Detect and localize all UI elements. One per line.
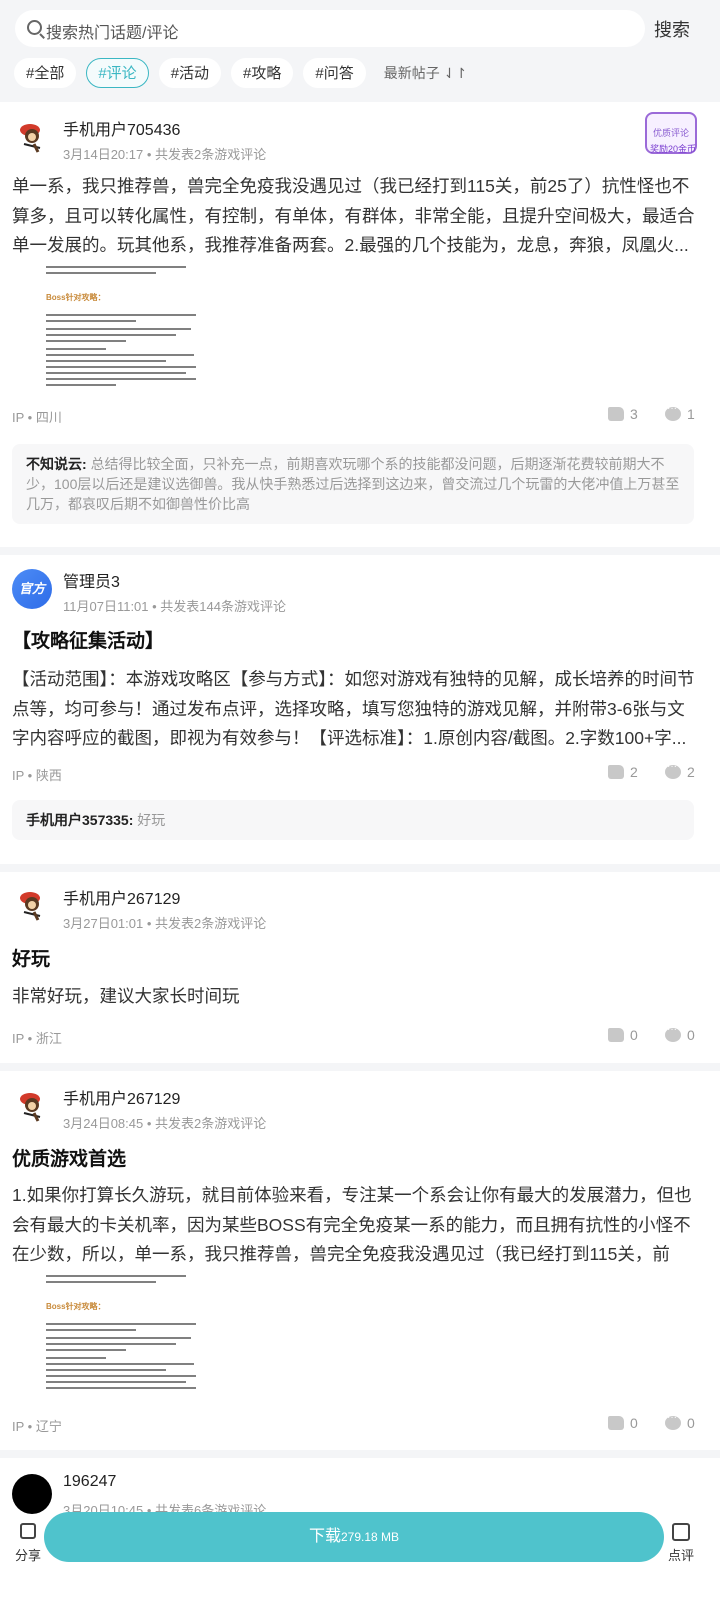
divider — [0, 547, 720, 555]
comment-count: 1 — [687, 406, 695, 422]
like-button[interactable]: 0 — [608, 1415, 638, 1431]
reply-text: 好玩 — [137, 812, 166, 828]
filter-tabs: #全部 #评论 #活动 #攻略 #问答 最新帖子 ⇃↾ — [14, 57, 467, 89]
tab-all[interactable]: #全部 — [14, 58, 77, 88]
post-card[interactable]: 官方 管理员3 11月07日11:01 • 共发表144条游戏评论 【攻略征集活… — [0, 555, 720, 864]
share-button[interactable]: 分享 — [14, 1523, 42, 1564]
search-input[interactable]: 搜索热门话题/评论 — [15, 10, 645, 47]
comment-button[interactable]: 1 — [665, 403, 695, 422]
search-placeholder: 搜索热门话题/评论 — [46, 25, 179, 42]
post-body[interactable]: 【活动范围】：本游戏攻略区【参与方式】：如您对游戏有独特的见解，成长培养的时间节… — [12, 665, 700, 754]
like-button[interactable]: 0 — [608, 1027, 638, 1043]
username[interactable]: 管理员3 — [63, 568, 120, 592]
comment-icon — [665, 1412, 681, 1430]
review-label: 点评 — [667, 1548, 694, 1563]
sort-label: 最新帖子 — [383, 65, 440, 81]
download-label: 下载 — [308, 1528, 341, 1545]
post-title[interactable]: 优质游戏首选 — [12, 1144, 126, 1171]
post-ip-location: IP • 陕西 — [12, 768, 62, 783]
post-body[interactable]: 1.如果你打算长久游玩，就目前体验来看，专注某一个系会让你有最大的发展潜力，但也… — [12, 1181, 700, 1270]
monkey-avatar-icon — [14, 118, 50, 154]
post-meta: 3月27日01:01 • 共发表2条游戏评论 — [63, 916, 267, 931]
post-body[interactable]: 单一系，我只推荐兽，兽完全免疫我没遇见过（我已经打到115关，前25了）抗性怪也… — [12, 172, 700, 261]
divider — [0, 1063, 720, 1071]
post-ip-location: IP • 四川 — [12, 410, 62, 425]
download-size: 279.18 MB — [340, 1530, 400, 1544]
comment-icon — [665, 1024, 681, 1042]
post-card[interactable]: 手机用户705436 3月14日20:17 • 共发表2条游戏评论 优质评论 奖… — [0, 102, 720, 547]
thumbs-up-icon — [608, 765, 624, 779]
username[interactable]: 手机用户705436 — [63, 116, 180, 140]
comment-button[interactable]: 0 — [665, 1412, 695, 1431]
like-button[interactable]: 2 — [608, 764, 638, 780]
sort-icon: ⇃↾ — [439, 65, 468, 81]
monkey-avatar-icon — [14, 886, 50, 922]
official-avatar[interactable]: 官方 — [12, 569, 52, 609]
comment-count: 0 — [687, 1415, 695, 1431]
post-ip-location: IP • 辽宁 — [12, 1419, 62, 1434]
download-button[interactable]: 下载279.18 MB — [44, 1512, 664, 1562]
reply-preview[interactable]: 不知说云: 总结得比较全面，只补充一点，前期喜欢玩哪个系的技能都没问题，后期逐渐… — [12, 444, 694, 524]
quality-review-badge: 优质评论 奖励20金币 — [645, 112, 697, 154]
post-meta: 3月24日08:45 • 共发表2条游戏评论 — [63, 1116, 267, 1131]
edit-icon — [672, 1523, 690, 1541]
user-avatar[interactable] — [12, 884, 52, 924]
reply-author: 不知说云: — [26, 456, 87, 472]
comment-button[interactable]: 0 — [665, 1024, 695, 1043]
username[interactable]: 手机用户267129 — [63, 885, 180, 909]
tab-qa[interactable]: #问答 — [303, 58, 366, 88]
reply-author: 手机用户357335: — [26, 812, 134, 828]
user-avatar[interactable] — [12, 1085, 52, 1125]
share-label: 分享 — [14, 1548, 41, 1563]
thumbs-up-icon — [608, 1416, 624, 1430]
like-count: 3 — [630, 406, 638, 422]
comment-button[interactable]: 2 — [665, 761, 695, 780]
post-card[interactable]: 手机用户267129 3月27日01:01 • 共发表2条游戏评论 好玩 非常好… — [0, 872, 720, 1063]
post-card[interactable]: 手机用户267129 3月24日08:45 • 共发表2条游戏评论 优质游戏首选… — [0, 1071, 720, 1450]
like-count: 0 — [630, 1027, 638, 1043]
screenshot-thumbnail[interactable]: Boss针对攻略： — [40, 262, 202, 387]
username[interactable]: 手机用户267129 — [63, 1085, 180, 1109]
reply-preview[interactable]: 手机用户357335: 好玩 — [12, 800, 694, 840]
comment-count: 0 — [687, 1027, 695, 1043]
like-count: 2 — [630, 764, 638, 780]
post-body[interactable]: 非常好玩，建议大家长时间玩 — [12, 982, 700, 1012]
like-button[interactable]: 3 — [608, 406, 638, 422]
comment-count: 2 — [687, 764, 695, 780]
image-heading: Boss针对攻略： — [46, 1302, 106, 1311]
divider — [0, 864, 720, 872]
tab-review[interactable]: #评论 — [86, 58, 149, 88]
divider — [0, 1450, 720, 1458]
post-meta: 3月14日20:17 • 共发表2条游戏评论 — [63, 147, 267, 162]
search-icon — [27, 20, 42, 35]
badge-label: 优质评论 — [652, 128, 689, 138]
monkey-avatar-icon — [14, 1087, 50, 1123]
like-count: 0 — [630, 1415, 638, 1431]
post-title[interactable]: 好玩 — [12, 944, 50, 971]
user-avatar[interactable] — [12, 116, 52, 156]
bottom-action-bar: 分享 下载279.18 MB 点评 — [0, 1505, 720, 1599]
image-heading: Boss针对攻略： — [46, 293, 106, 302]
tab-event[interactable]: #活动 — [158, 58, 222, 88]
post-title[interactable]: 【攻略征集活动】 — [12, 626, 164, 653]
post-ip-location: IP • 浙江 — [12, 1031, 62, 1046]
screenshot-thumbnail[interactable]: Boss针对攻略： — [40, 1271, 202, 1396]
search-button[interactable]: 搜索 — [654, 16, 690, 42]
thumbs-up-icon — [608, 407, 624, 421]
share-icon — [20, 1523, 36, 1539]
reply-text: 总结得比较全面，只补充一点，前期喜欢玩哪个系的技能都没问题，后期逐渐花费较前期大… — [26, 456, 680, 512]
badge-reward: 奖励20金币 — [650, 144, 697, 154]
username[interactable]: 196247 — [63, 1473, 116, 1491]
comment-icon — [665, 761, 681, 779]
comment-icon — [665, 403, 681, 421]
post-meta: 11月07日11:01 • 共发表144条游戏评论 — [63, 599, 286, 614]
sort-dropdown[interactable]: 最新帖子 ⇃↾ — [384, 63, 467, 83]
tab-guide[interactable]: #攻略 — [231, 58, 294, 88]
thumbs-up-icon — [608, 1028, 624, 1042]
review-button[interactable]: 点评 — [666, 1523, 696, 1564]
top-bar: 搜索热门话题/评论 搜索 #全部 #评论 #活动 #攻略 #问答 最新帖子 ⇃↾ — [0, 0, 720, 100]
